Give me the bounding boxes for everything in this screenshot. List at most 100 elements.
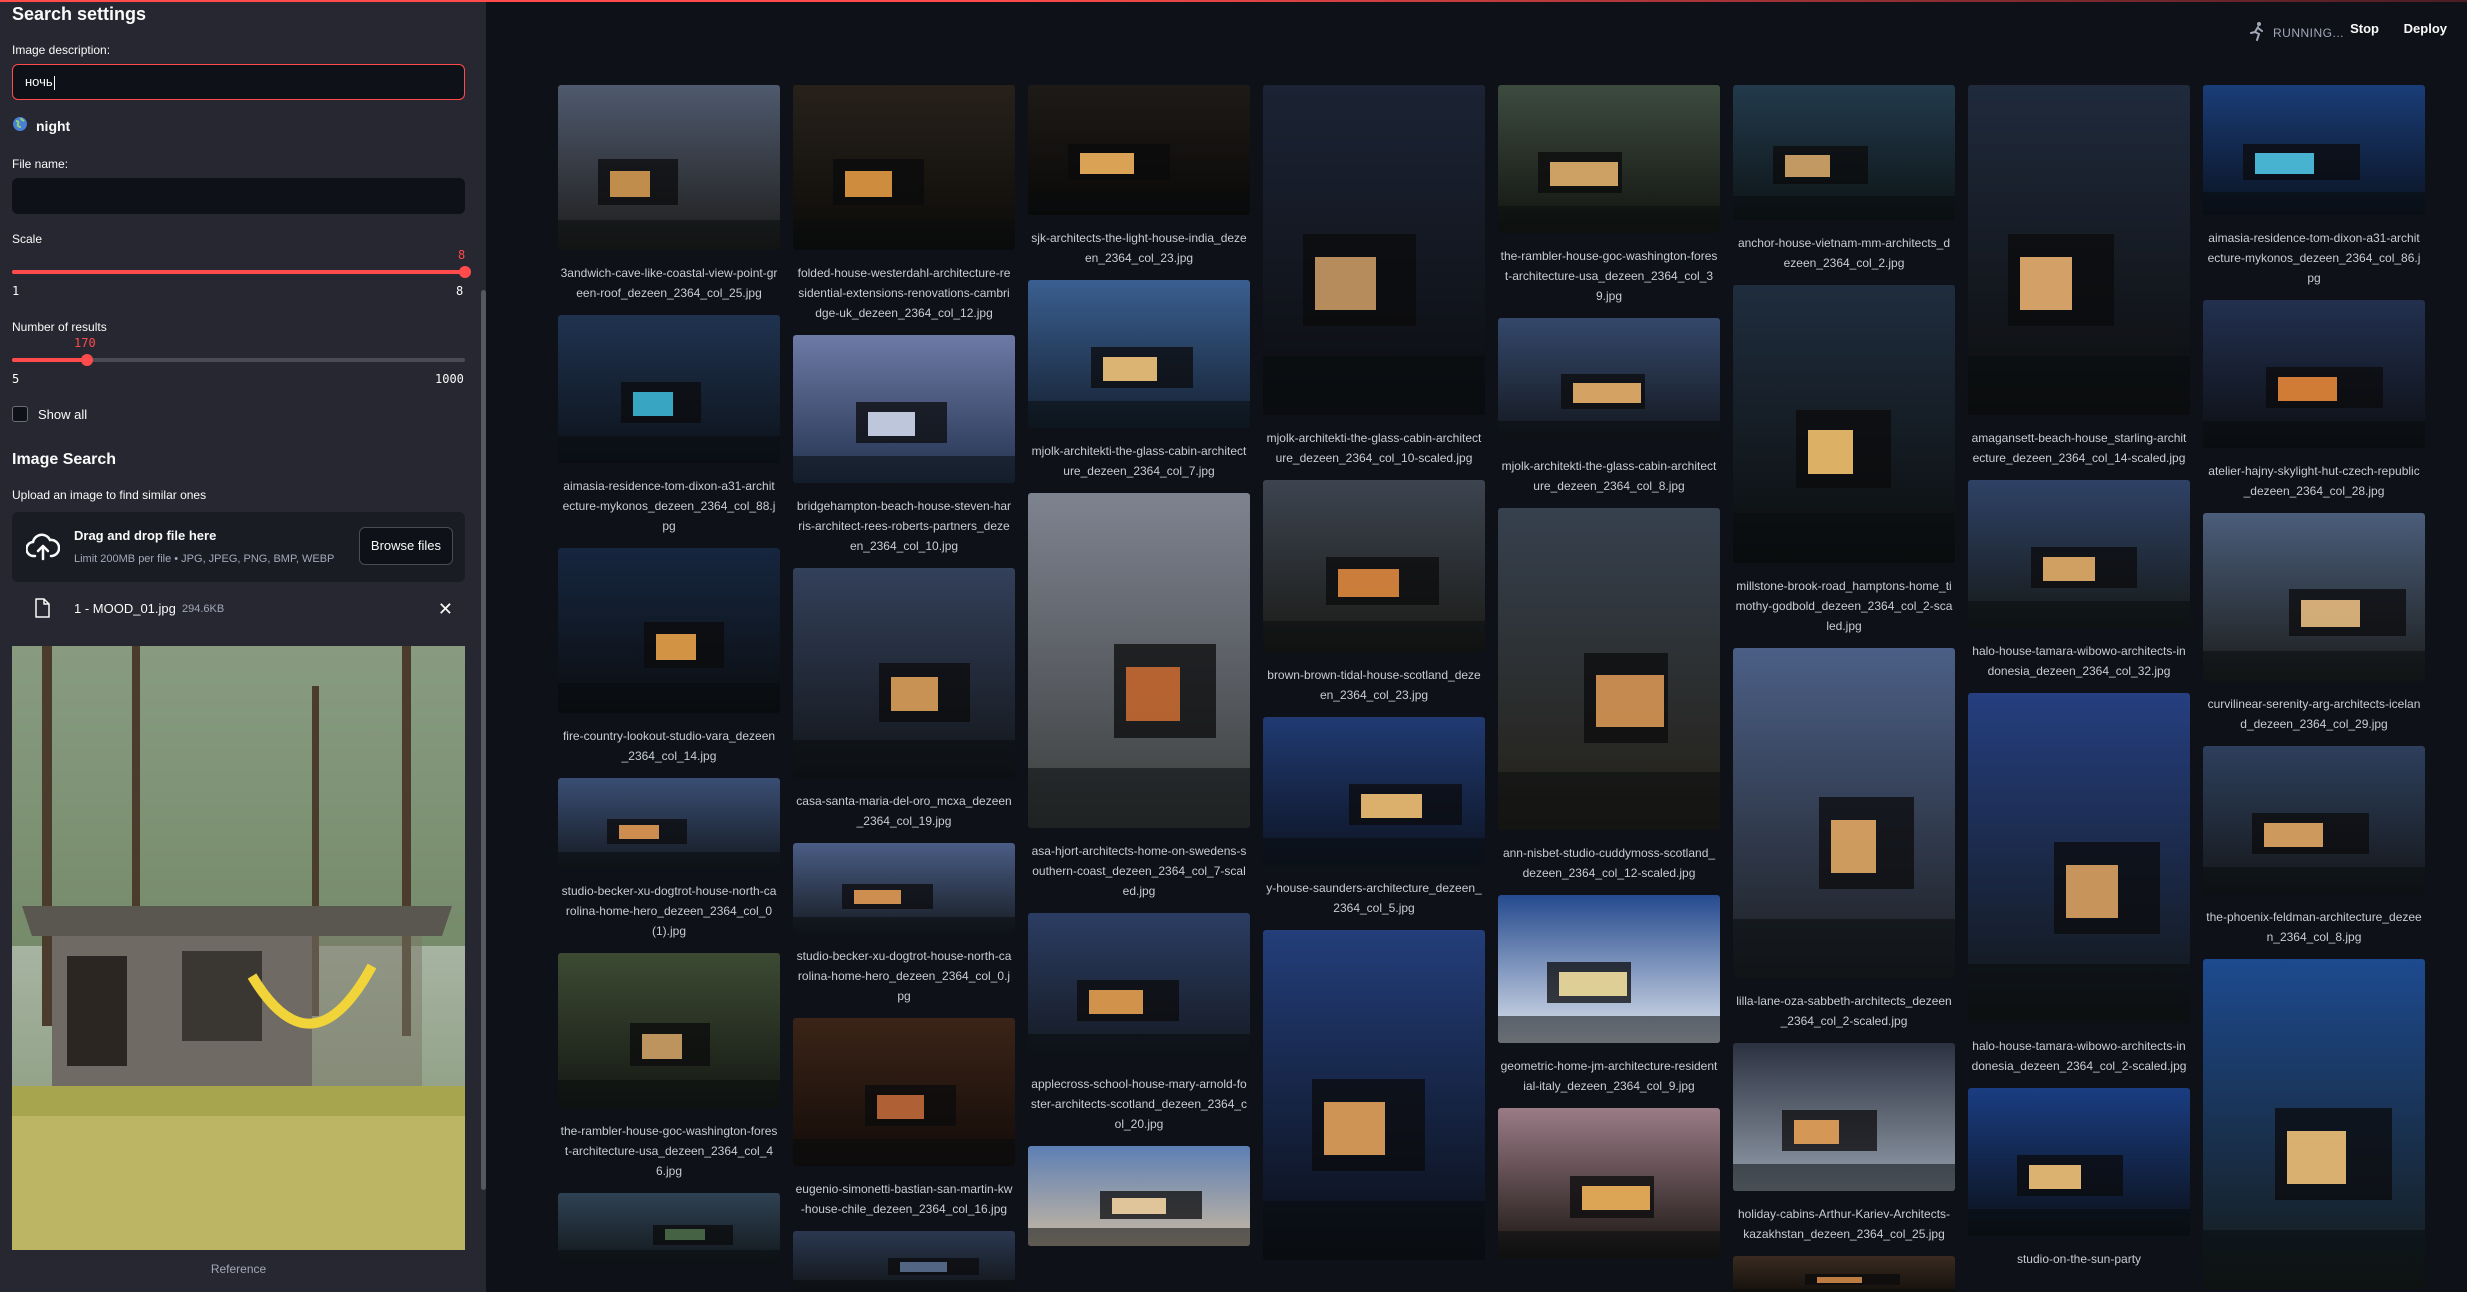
result-thumbnail[interactable] (793, 335, 1015, 483)
result-tile[interactable]: curvilinear-serenity-arg-architects-icel… (2203, 513, 2425, 734)
deploy-button[interactable]: Deploy (2404, 21, 2447, 36)
result-thumbnail[interactable] (1498, 318, 1720, 444)
result-caption: mjolk-architekti-the-glass-cabin-archite… (1031, 444, 1247, 478)
result-tile[interactable]: folded-house-westerdahl-architecture-res… (793, 85, 1015, 323)
result-thumbnail[interactable] (793, 568, 1015, 778)
result-thumbnail[interactable] (2203, 959, 2425, 1289)
result-thumbnail[interactable] (1968, 480, 2190, 628)
result-tile[interactable]: geometric-home-jm-architecture-residenti… (1498, 895, 1720, 1096)
result-tile[interactable]: 3andwich-cave-like-coastal-view-point-gr… (558, 85, 780, 303)
result-tile[interactable] (1263, 930, 1485, 1265)
result-tile[interactable]: eugenio-simonetti-bastian-san-martin-kw-… (793, 1018, 1015, 1219)
result-thumbnail[interactable] (558, 953, 780, 1108)
result-thumbnail[interactable] (1968, 85, 2190, 415)
result-thumbnail[interactable] (1028, 913, 1250, 1061)
result-tile[interactable]: mjolk-architekti-the-glass-cabin-archite… (1498, 318, 1720, 496)
result-thumbnail[interactable] (1498, 1108, 1720, 1258)
result-tile[interactable]: fire-country-lookout-studio-vara_dezeen_… (558, 548, 780, 766)
sidebar-scrollbar[interactable] (481, 290, 486, 1190)
result-thumbnail[interactable] (1028, 1146, 1250, 1246)
result-thumbnail[interactable] (793, 843, 1015, 933)
result-thumbnail[interactable] (1028, 85, 1250, 215)
result-tile[interactable]: applecross-school-house-mary-arnold-fost… (1028, 913, 1250, 1134)
result-tile[interactable]: brown-brown-tidal-house-scotland_dezeen_… (1263, 480, 1485, 705)
result-tile[interactable] (793, 1231, 1015, 1292)
result-thumbnail[interactable] (793, 1231, 1015, 1291)
result-thumbnail[interactable] (1263, 930, 1485, 1260)
result-thumbnail[interactable] (558, 548, 780, 713)
show-all-checkbox[interactable] (12, 406, 28, 422)
browse-files-button[interactable]: Browse files (358, 527, 453, 565)
result-tile[interactable]: studio-becker-xu-dogtrot-house-north-car… (793, 843, 1015, 1006)
result-tile[interactable]: studio-becker-xu-dogtrot-house-north-car… (558, 778, 780, 941)
show-all-row[interactable]: Show all (12, 406, 87, 422)
result-thumbnail[interactable] (1968, 1088, 2190, 1236)
result-thumbnail[interactable] (558, 85, 780, 250)
result-tile[interactable] (1498, 1108, 1720, 1263)
result-thumbnail[interactable] (1733, 85, 1955, 220)
result-thumbnail[interactable] (1968, 693, 2190, 1023)
result-thumbnail[interactable] (793, 1018, 1015, 1166)
result-tile[interactable] (558, 1193, 780, 1268)
result-caption: sjk-architects-the-light-house-india_dez… (1031, 231, 1247, 265)
result-thumbnail[interactable] (2203, 85, 2425, 215)
result-thumbnail[interactable] (1733, 285, 1955, 563)
num-results-slider-thumb[interactable] (81, 354, 94, 366)
result-thumbnail[interactable] (1263, 717, 1485, 865)
result-tile[interactable]: aimasia-residence-tom-dixon-a31-architec… (2203, 85, 2425, 288)
result-tile[interactable]: the-phoenix-feldman-architecture_dezeen_… (2203, 746, 2425, 947)
result-thumbnail[interactable] (1263, 480, 1485, 652)
result-thumbnail[interactable] (1263, 85, 1485, 415)
result-tile[interactable]: halo-house-tamara-wibowo-architects-indo… (1968, 480, 2190, 681)
result-tile[interactable]: bridgehampton-beach-house-steven-harris-… (793, 335, 1015, 556)
result-tile[interactable]: aimasia-residence-tom-dixon-a31-architec… (558, 315, 780, 536)
result-tile[interactable]: halo-house-tamara-wibowo-architects-indo… (1968, 693, 2190, 1076)
result-thumbnail[interactable] (558, 1193, 780, 1263)
result-tile[interactable]: asa-hjort-architects-home-on-swedens-sou… (1028, 493, 1250, 901)
result-tile[interactable] (1028, 1146, 1250, 1251)
result-thumbnail[interactable] (1028, 280, 1250, 428)
result-thumbnail[interactable] (2203, 513, 2425, 681)
result-tile[interactable]: amagansett-beach-house_starling-architec… (1968, 85, 2190, 468)
sidebar-title: Search settings (12, 4, 147, 24)
result-thumbnail[interactable] (1733, 1043, 1955, 1191)
image-description-value: ночь (25, 74, 53, 89)
result-thumbnail[interactable] (1733, 1256, 1955, 1292)
uploaded-file-size: 294.6KB (182, 603, 225, 615)
result-thumbnail[interactable] (2203, 300, 2425, 448)
result-thumbnail[interactable] (558, 778, 780, 868)
result-thumbnail[interactable] (1498, 85, 1720, 233)
result-thumbnail[interactable] (1498, 508, 1720, 830)
file-name-input[interactable] (12, 178, 465, 214)
result-thumbnail[interactable] (1028, 493, 1250, 828)
file-uploader-dropzone[interactable]: Drag and drop file here Limit 200MB per … (12, 512, 465, 582)
result-thumbnail[interactable] (558, 315, 780, 463)
result-tile[interactable]: holiday-cabins-Arthur-Kariev-Architects-… (1733, 1043, 1955, 1244)
suggestion-row[interactable]: night (12, 116, 70, 135)
result-tile[interactable]: mjolk-architekti-the-glass-cabin-archite… (1028, 280, 1250, 481)
result-tile[interactable]: casa-santa-maria-del-oro_mcxa_dezeen_236… (793, 568, 1015, 831)
num-results-slider[interactable] (12, 354, 465, 366)
result-thumbnail[interactable] (2203, 746, 2425, 894)
result-tile[interactable]: y-house-saunders-architecture_dezeen_236… (1263, 717, 1485, 918)
result-tile[interactable]: sjk-architects-the-light-house-india_dez… (1028, 85, 1250, 268)
result-tile[interactable] (1733, 1256, 1955, 1292)
stop-button[interactable]: Stop (2350, 21, 2379, 36)
result-thumbnail[interactable] (1498, 895, 1720, 1043)
scale-slider-thumb[interactable] (459, 266, 471, 278)
result-tile[interactable]: the-rambler-house-goc-washington-forest-… (1498, 85, 1720, 306)
result-tile[interactable] (2203, 959, 2425, 1292)
result-tile[interactable]: atelier-hajny-skylight-hut-czech-republi… (2203, 300, 2425, 501)
result-tile[interactable]: ann-nisbet-studio-cuddymoss-scotland_dez… (1498, 508, 1720, 883)
close-icon[interactable]: ✕ (438, 599, 453, 620)
image-description-input[interactable]: ночь (12, 64, 465, 100)
scale-slider[interactable] (12, 266, 471, 278)
result-tile[interactable]: the-rambler-house-goc-washington-forest-… (558, 953, 780, 1181)
result-tile[interactable]: mjolk-architekti-the-glass-cabin-archite… (1263, 85, 1485, 468)
result-tile[interactable]: anchor-house-vietnam-mm-architects_dezee… (1733, 85, 1955, 273)
result-tile[interactable]: lilla-lane-oza-sabbeth-architects_dezeen… (1733, 648, 1955, 1031)
result-tile[interactable]: studio-on-the-sun-party (1968, 1088, 2190, 1269)
result-tile[interactable]: millstone-brook-road_hamptons-home_timot… (1733, 285, 1955, 636)
result-thumbnail[interactable] (1733, 648, 1955, 978)
result-thumbnail[interactable] (793, 85, 1015, 250)
